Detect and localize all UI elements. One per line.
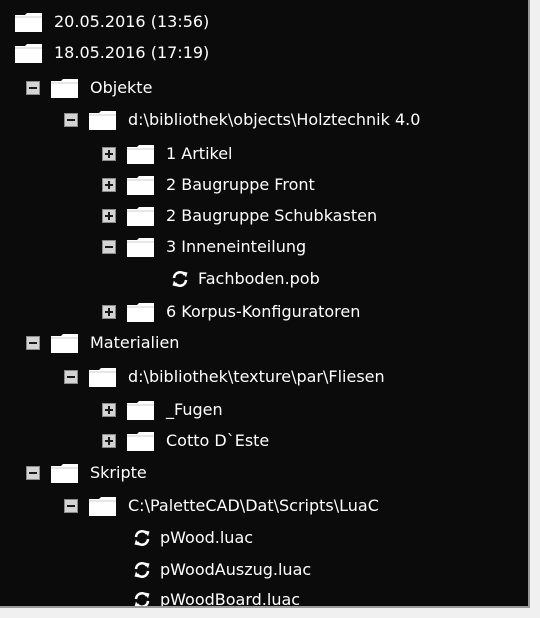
tree-row-label: pWoodAuszug.luac <box>160 560 312 579</box>
collapse-toggle[interactable] <box>64 499 78 513</box>
tree-row-date-2[interactable]: 18.05.2016 (17:19) <box>0 39 528 67</box>
collapse-toggle[interactable] <box>102 240 116 254</box>
folder-icon <box>51 464 78 483</box>
folder-icon <box>127 207 154 226</box>
tree-row-label: 1 Artikel <box>166 144 233 163</box>
tree-row-label: pWood.luac <box>160 528 254 547</box>
collapse-toggle[interactable] <box>26 81 40 95</box>
tree-row-label: 2 Baugruppe Schubkasten <box>166 206 378 225</box>
tree-row-label: d:\bibliothek\texture\par\Fliesen <box>128 367 385 386</box>
tree-row-1-artikel[interactable]: 1 Artikel <box>0 140 528 168</box>
folder-icon <box>89 497 116 516</box>
tree-row-baugruppe-schubkasten[interactable]: 2 Baugruppe Schubkasten <box>0 202 528 230</box>
tree-row-label: 18.05.2016 (17:19) <box>54 43 210 62</box>
tree-row-date-1[interactable]: 20.05.2016 (13:56) <box>0 8 528 36</box>
folder-icon <box>127 432 154 451</box>
expand-toggle[interactable] <box>102 209 116 223</box>
collapse-toggle[interactable] <box>26 466 40 480</box>
folder-icon <box>89 111 116 130</box>
tree-row-pwoodboard[interactable]: pWoodBoard.luac <box>0 586 528 608</box>
folder-icon <box>15 13 42 32</box>
folder-icon <box>89 368 116 387</box>
expand-toggle[interactable] <box>102 403 116 417</box>
folder-icon <box>15 44 42 63</box>
tree-row-label: 3 Inneneinteilung <box>166 237 307 256</box>
tree-row-label: Materialien <box>90 333 180 352</box>
tree-row-label: Fachboden.pob <box>198 269 320 288</box>
tree-row-label: pWoodBoard.luac <box>160 590 301 608</box>
tree-row-baugruppe-front[interactable]: 2 Baugruppe Front <box>0 171 528 199</box>
tree-row-label: 6 Korpus-Konfiguratoren <box>166 302 361 321</box>
tree-row-label: 20.05.2016 (13:56) <box>54 12 210 31</box>
refresh-icon <box>134 562 150 578</box>
tree-row-luac-path[interactable]: C:\PaletteCAD\Dat\Scripts\LuaC <box>0 492 528 520</box>
folder-icon <box>127 145 154 164</box>
folder-icon <box>127 303 154 322</box>
refresh-icon <box>134 530 150 546</box>
collapse-toggle[interactable] <box>26 336 40 350</box>
folder-icon <box>51 79 78 98</box>
tree-row-inneneinteilung[interactable]: 3 Inneneinteilung <box>0 233 528 261</box>
collapse-toggle[interactable] <box>64 113 78 127</box>
refresh-icon <box>134 592 150 606</box>
tree-row-fachboden[interactable]: Fachboden.pob <box>0 265 528 293</box>
tree-row-objekte[interactable]: Objekte <box>0 74 528 102</box>
tree-row-fliesen-path[interactable]: d:\bibliothek\texture\par\Fliesen <box>0 363 528 391</box>
tree-row-holztechnik-path[interactable]: d:\bibliothek\objects\Holztechnik 4.0 <box>0 106 528 134</box>
expand-toggle[interactable] <box>102 147 116 161</box>
tree-row-materialien[interactable]: Materialien <box>0 329 528 357</box>
tree-panel: 20.05.2016 (13:56) 18.05.2016 (17:19) Ob… <box>0 0 530 608</box>
expand-toggle[interactable] <box>102 434 116 448</box>
folder-icon <box>127 401 154 420</box>
tree-row-label: 2 Baugruppe Front <box>166 175 315 194</box>
folder-icon <box>127 238 154 257</box>
tree-row-label: C:\PaletteCAD\Dat\Scripts\LuaC <box>128 496 379 515</box>
tree-row-fugen[interactable]: _Fugen <box>0 396 528 424</box>
tree-row-korpus-konfiguratoren[interactable]: 6 Korpus-Konfiguratoren <box>0 298 528 326</box>
folder-icon <box>51 334 78 353</box>
expand-toggle[interactable] <box>102 305 116 319</box>
refresh-icon <box>172 271 188 287</box>
expand-toggle[interactable] <box>102 178 116 192</box>
tree-row-label: Objekte <box>90 78 153 97</box>
folder-icon <box>127 176 154 195</box>
collapse-toggle[interactable] <box>64 370 78 384</box>
tree-row-label: Cotto D`Este <box>166 431 270 450</box>
tree-row-pwood[interactable]: pWood.luac <box>0 524 528 552</box>
tree-row-label: _Fugen <box>166 400 223 419</box>
tree-row-cotto-deste[interactable]: Cotto D`Este <box>0 427 528 455</box>
tree-row-skripte[interactable]: Skripte <box>0 459 528 487</box>
tree-row-label: d:\bibliothek\objects\Holztechnik 4.0 <box>128 110 421 129</box>
tree-row-label: Skripte <box>90 463 147 482</box>
tree-row-pwoodauszug[interactable]: pWoodAuszug.luac <box>0 556 528 584</box>
